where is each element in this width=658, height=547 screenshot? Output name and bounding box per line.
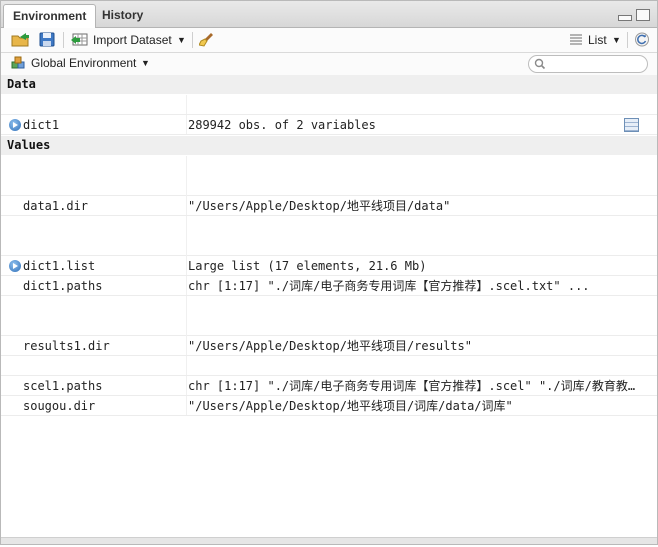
open-workspace-icon[interactable] — [11, 32, 31, 47]
object-name: scel1.paths — [23, 379, 103, 393]
tab-history[interactable]: History — [93, 4, 152, 26]
toolbar-separator — [627, 32, 628, 48]
view-mode-dropdown[interactable]: List — [588, 33, 607, 47]
table-row — [1, 356, 657, 376]
values-section-header: Values — [1, 136, 657, 155]
environment-selector-bar: Global Environment ▼ — [1, 53, 657, 76]
table-row-results1-dir[interactable]: results1.dir "/Users/Apple/Desktop/地平线项目… — [1, 336, 657, 356]
table-row-data1-dir[interactable]: data1.dir "/Users/Apple/Desktop/地平线项目/da… — [1, 196, 657, 216]
object-name: dict1.paths — [23, 279, 103, 293]
table-row-sougou-dir[interactable]: sougou.dir "/Users/Apple/Desktop/地平线项目/词… — [1, 396, 657, 416]
environment-pane: Environment History Import Dataset ▼ Lis… — [0, 0, 658, 545]
toolbar-separator — [63, 32, 64, 48]
object-value: Large list (17 elements, 21.6 Mb) — [188, 259, 427, 273]
view-data-grid-icon[interactable] — [624, 118, 639, 132]
expand-icon[interactable] — [9, 119, 21, 131]
data-section-header: Data — [1, 75, 657, 94]
object-value: "/Users/Apple/Desktop/地平线项目/词库/data/词库" — [188, 399, 513, 413]
table-row-dict1-list[interactable]: dict1.list Large list (17 elements, 21.6… — [1, 256, 657, 276]
object-name: data1.dir — [23, 199, 89, 213]
object-name: dict1 — [23, 118, 60, 132]
object-value: 289942 obs. of 2 variables — [188, 118, 376, 132]
environment-toolbar: Import Dataset ▼ List ▼ — [1, 28, 657, 53]
table-row — [1, 216, 657, 256]
table-row — [1, 95, 657, 115]
table-row-dict1-paths[interactable]: dict1.paths chr [1:17] "./词库/电子商务专用词库【官方… — [1, 276, 657, 296]
search-icon — [534, 58, 546, 70]
tab-environment[interactable]: Environment — [3, 4, 97, 29]
chevron-down-icon[interactable]: ▼ — [141, 58, 150, 68]
expand-icon[interactable] — [9, 260, 21, 272]
pane-splitter[interactable] — [1, 537, 657, 544]
object-value: "/Users/Apple/Desktop/地平线项目/data" — [188, 199, 451, 213]
import-dataset-button[interactable]: Import Dataset — [93, 33, 172, 47]
chevron-down-icon[interactable]: ▼ — [177, 35, 186, 45]
object-name: results1.dir — [23, 339, 110, 353]
table-row — [1, 296, 657, 336]
import-dataset-icon[interactable] — [70, 32, 90, 47]
environment-search-input[interactable] — [528, 55, 648, 73]
refresh-icon[interactable] — [634, 32, 650, 47]
chevron-down-icon[interactable]: ▼ — [612, 35, 621, 45]
save-workspace-icon[interactable] — [39, 32, 55, 47]
list-view-icon[interactable] — [569, 32, 583, 47]
object-value: "/Users/Apple/Desktop/地平线项目/results" — [188, 339, 472, 353]
minimize-pane-icon[interactable] — [618, 15, 632, 21]
object-name: sougou.dir — [23, 399, 96, 413]
table-row — [1, 156, 657, 196]
object-value: chr [1:17] "./词库/电子商务专用词库【官方推荐】.scel.txt… — [188, 279, 590, 293]
environment-cubes-icon — [11, 56, 25, 69]
object-name: dict1.list — [23, 259, 96, 273]
clear-workspace-broom-icon[interactable] — [199, 32, 215, 47]
global-environment-dropdown[interactable]: Global Environment — [31, 56, 136, 70]
table-row-dict1[interactable]: dict1 289942 obs. of 2 variables — [1, 115, 657, 135]
table-row-scel1-paths[interactable]: scel1.paths chr [1:17] "./词库/电子商务专用词库【官方… — [1, 376, 657, 396]
toolbar-separator — [192, 32, 193, 48]
object-value: chr [1:17] "./词库/电子商务专用词库【官方推荐】.scel" ".… — [188, 379, 636, 393]
tab-bar: Environment History — [1, 1, 657, 29]
maximize-pane-icon[interactable] — [636, 9, 650, 21]
